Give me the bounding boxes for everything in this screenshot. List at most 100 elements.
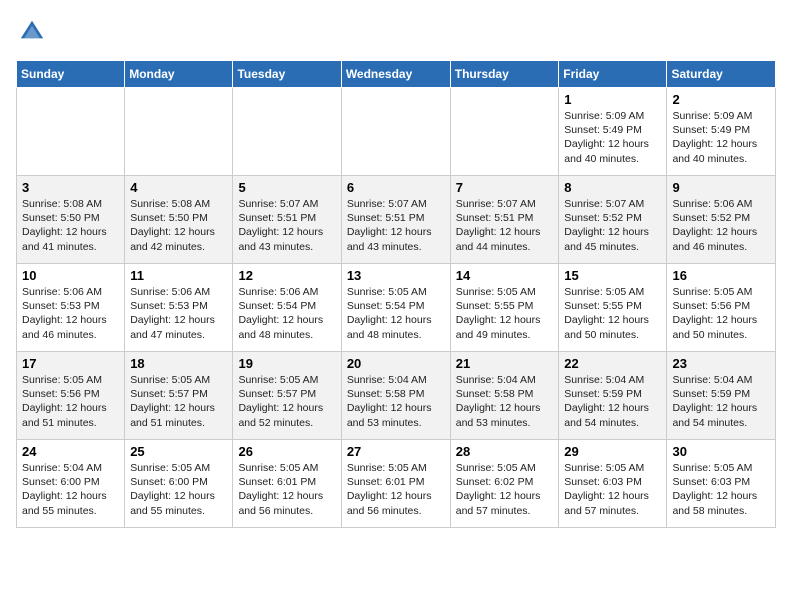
- calendar-day-cell: 12 Sunrise: 5:06 AM Sunset: 5:54 PM Dayli…: [233, 264, 341, 352]
- day-number: 25: [130, 444, 227, 459]
- day-info: Sunrise: 5:09 AM Sunset: 5:49 PM Dayligh…: [564, 109, 661, 166]
- day-info: Sunrise: 5:05 AM Sunset: 6:03 PM Dayligh…: [564, 461, 661, 518]
- day-number: 16: [672, 268, 770, 283]
- day-info: Sunrise: 5:07 AM Sunset: 5:51 PM Dayligh…: [238, 197, 335, 254]
- day-info: Sunrise: 5:05 AM Sunset: 5:57 PM Dayligh…: [130, 373, 227, 430]
- day-number: 30: [672, 444, 770, 459]
- day-number: 5: [238, 180, 335, 195]
- calendar-week-row: 24 Sunrise: 5:04 AM Sunset: 6:00 PM Dayli…: [17, 440, 776, 528]
- calendar-day-cell: 21 Sunrise: 5:04 AM Sunset: 5:58 PM Dayli…: [450, 352, 559, 440]
- day-info: Sunrise: 5:05 AM Sunset: 6:01 PM Dayligh…: [347, 461, 445, 518]
- day-info: Sunrise: 5:05 AM Sunset: 5:56 PM Dayligh…: [672, 285, 770, 342]
- logo: [16, 16, 52, 48]
- day-info: Sunrise: 5:04 AM Sunset: 5:58 PM Dayligh…: [347, 373, 445, 430]
- calendar-day-cell: 26 Sunrise: 5:05 AM Sunset: 6:01 PM Dayli…: [233, 440, 341, 528]
- calendar-day-cell: 19 Sunrise: 5:05 AM Sunset: 5:57 PM Dayli…: [233, 352, 341, 440]
- day-number: 8: [564, 180, 661, 195]
- calendar-day-cell: [125, 88, 233, 176]
- calendar-day-cell: 10 Sunrise: 5:06 AM Sunset: 5:53 PM Dayli…: [17, 264, 125, 352]
- day-info: Sunrise: 5:06 AM Sunset: 5:53 PM Dayligh…: [130, 285, 227, 342]
- day-number: 7: [456, 180, 554, 195]
- day-info: Sunrise: 5:06 AM Sunset: 5:54 PM Dayligh…: [238, 285, 335, 342]
- calendar-day-cell: [233, 88, 341, 176]
- calendar-day-cell: [450, 88, 559, 176]
- day-info: Sunrise: 5:06 AM Sunset: 5:53 PM Dayligh…: [22, 285, 119, 342]
- day-info: Sunrise: 5:04 AM Sunset: 6:00 PM Dayligh…: [22, 461, 119, 518]
- calendar-day-cell: 30 Sunrise: 5:05 AM Sunset: 6:03 PM Dayli…: [667, 440, 776, 528]
- calendar-day-cell: 17 Sunrise: 5:05 AM Sunset: 5:56 PM Dayli…: [17, 352, 125, 440]
- day-number: 24: [22, 444, 119, 459]
- day-number: 1: [564, 92, 661, 107]
- weekday-header: Friday: [559, 61, 667, 88]
- weekday-header: Tuesday: [233, 61, 341, 88]
- calendar-day-cell: 2Sunrise: 5:09 AM Sunset: 5:49 PM Daylig…: [667, 88, 776, 176]
- day-number: 22: [564, 356, 661, 371]
- day-info: Sunrise: 5:04 AM Sunset: 5:59 PM Dayligh…: [564, 373, 661, 430]
- weekday-header: Thursday: [450, 61, 559, 88]
- day-info: Sunrise: 5:06 AM Sunset: 5:52 PM Dayligh…: [672, 197, 770, 254]
- weekday-header-row: SundayMondayTuesdayWednesdayThursdayFrid…: [17, 61, 776, 88]
- calendar-day-cell: [17, 88, 125, 176]
- day-number: 17: [22, 356, 119, 371]
- day-number: 14: [456, 268, 554, 283]
- calendar-day-cell: 25 Sunrise: 5:05 AM Sunset: 6:00 PM Dayli…: [125, 440, 233, 528]
- day-info: Sunrise: 5:05 AM Sunset: 5:57 PM Dayligh…: [238, 373, 335, 430]
- day-number: 18: [130, 356, 227, 371]
- calendar-week-row: 17 Sunrise: 5:05 AM Sunset: 5:56 PM Dayli…: [17, 352, 776, 440]
- calendar-day-cell: 11Sunrise: 5:06 AM Sunset: 5:53 PM Dayli…: [125, 264, 233, 352]
- calendar-day-cell: 18 Sunrise: 5:05 AM Sunset: 5:57 PM Dayli…: [125, 352, 233, 440]
- calendar-day-cell: 13 Sunrise: 5:05 AM Sunset: 5:54 PM Dayli…: [341, 264, 450, 352]
- day-info: Sunrise: 5:05 AM Sunset: 5:55 PM Dayligh…: [456, 285, 554, 342]
- day-number: 27: [347, 444, 445, 459]
- day-info: Sunrise: 5:04 AM Sunset: 5:58 PM Dayligh…: [456, 373, 554, 430]
- day-number: 10: [22, 268, 119, 283]
- day-info: Sunrise: 5:04 AM Sunset: 5:59 PM Dayligh…: [672, 373, 770, 430]
- day-number: 9: [672, 180, 770, 195]
- logo-icon: [16, 16, 48, 48]
- calendar-day-cell: 20Sunrise: 5:04 AM Sunset: 5:58 PM Dayli…: [341, 352, 450, 440]
- day-number: 28: [456, 444, 554, 459]
- day-number: 26: [238, 444, 335, 459]
- weekday-header: Sunday: [17, 61, 125, 88]
- calendar-day-cell: 7Sunrise: 5:07 AM Sunset: 5:51 PM Daylig…: [450, 176, 559, 264]
- day-info: Sunrise: 5:05 AM Sunset: 6:02 PM Dayligh…: [456, 461, 554, 518]
- day-number: 21: [456, 356, 554, 371]
- day-number: 13: [347, 268, 445, 283]
- day-info: Sunrise: 5:07 AM Sunset: 5:51 PM Dayligh…: [347, 197, 445, 254]
- day-number: 23: [672, 356, 770, 371]
- day-info: Sunrise: 5:08 AM Sunset: 5:50 PM Dayligh…: [130, 197, 227, 254]
- day-number: 15: [564, 268, 661, 283]
- day-info: Sunrise: 5:05 AM Sunset: 5:56 PM Dayligh…: [22, 373, 119, 430]
- calendar-day-cell: [341, 88, 450, 176]
- calendar-day-cell: 14 Sunrise: 5:05 AM Sunset: 5:55 PM Dayli…: [450, 264, 559, 352]
- calendar-day-cell: 22 Sunrise: 5:04 AM Sunset: 5:59 PM Dayli…: [559, 352, 667, 440]
- day-number: 2: [672, 92, 770, 107]
- day-info: Sunrise: 5:05 AM Sunset: 6:00 PM Dayligh…: [130, 461, 227, 518]
- day-number: 29: [564, 444, 661, 459]
- calendar-day-cell: 28 Sunrise: 5:05 AM Sunset: 6:02 PM Dayli…: [450, 440, 559, 528]
- weekday-header: Wednesday: [341, 61, 450, 88]
- calendar-day-cell: 5 Sunrise: 5:07 AM Sunset: 5:51 PM Daylig…: [233, 176, 341, 264]
- calendar-day-cell: 15 Sunrise: 5:05 AM Sunset: 5:55 PM Dayli…: [559, 264, 667, 352]
- calendar-day-cell: 27 Sunrise: 5:05 AM Sunset: 6:01 PM Dayli…: [341, 440, 450, 528]
- calendar-table: SundayMondayTuesdayWednesdayThursdayFrid…: [16, 60, 776, 528]
- calendar-day-cell: 23 Sunrise: 5:04 AM Sunset: 5:59 PM Dayli…: [667, 352, 776, 440]
- calendar-day-cell: 3Sunrise: 5:08 AM Sunset: 5:50 PM Daylig…: [17, 176, 125, 264]
- day-number: 6: [347, 180, 445, 195]
- weekday-header: Monday: [125, 61, 233, 88]
- calendar-day-cell: 24 Sunrise: 5:04 AM Sunset: 6:00 PM Dayli…: [17, 440, 125, 528]
- page-header: [16, 16, 776, 48]
- day-info: Sunrise: 5:05 AM Sunset: 5:54 PM Dayligh…: [347, 285, 445, 342]
- day-number: 12: [238, 268, 335, 283]
- day-number: 19: [238, 356, 335, 371]
- weekday-header: Saturday: [667, 61, 776, 88]
- calendar-week-row: 3Sunrise: 5:08 AM Sunset: 5:50 PM Daylig…: [17, 176, 776, 264]
- calendar-week-row: 10 Sunrise: 5:06 AM Sunset: 5:53 PM Dayli…: [17, 264, 776, 352]
- day-info: Sunrise: 5:05 AM Sunset: 6:01 PM Dayligh…: [238, 461, 335, 518]
- calendar-day-cell: 9 Sunrise: 5:06 AM Sunset: 5:52 PM Daylig…: [667, 176, 776, 264]
- day-info: Sunrise: 5:05 AM Sunset: 6:03 PM Dayligh…: [672, 461, 770, 518]
- day-info: Sunrise: 5:08 AM Sunset: 5:50 PM Dayligh…: [22, 197, 119, 254]
- day-info: Sunrise: 5:05 AM Sunset: 5:55 PM Dayligh…: [564, 285, 661, 342]
- calendar-day-cell: 1 Sunrise: 5:09 AM Sunset: 5:49 PM Daylig…: [559, 88, 667, 176]
- calendar-day-cell: 29 Sunrise: 5:05 AM Sunset: 6:03 PM Dayli…: [559, 440, 667, 528]
